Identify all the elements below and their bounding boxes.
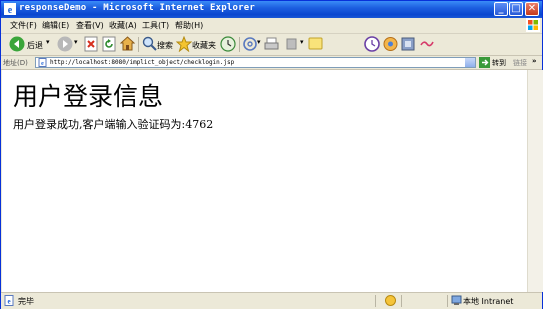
back-dropdown-icon[interactable]: ▾ <box>46 38 50 46</box>
links-chevron-icon[interactable]: » <box>532 57 537 65</box>
mail-dropdown-icon[interactable]: ▾ <box>257 38 261 46</box>
security-lock-icon <box>385 295 396 306</box>
media-icon[interactable] <box>383 36 398 52</box>
links-label[interactable]: 链接 <box>513 58 527 68</box>
menu-bar: 文件(F) 编辑(E) 查看(V) 收藏(A) 工具(T) 帮助(H) <box>1 18 542 34</box>
address-label: 地址(D) <box>3 59 28 67</box>
edit-icon[interactable] <box>285 36 298 52</box>
forward-dropdown-icon[interactable]: ▾ <box>74 38 78 46</box>
status-divider <box>401 295 402 307</box>
page-icon: e <box>38 58 47 67</box>
login-result-message: 用户登录成功,客户端输入验证码为:4762 <box>13 118 214 131</box>
page-heading: 用户登录信息 <box>13 82 164 111</box>
refresh-icon[interactable] <box>102 36 116 52</box>
svg-text:e: e <box>41 61 44 67</box>
address-url[interactable]: http://localhost:8080/implict_object/che… <box>50 59 234 66</box>
go-icon[interactable] <box>479 57 490 68</box>
home-icon[interactable] <box>120 36 135 52</box>
print-icon[interactable] <box>264 36 279 52</box>
back-icon[interactable] <box>9 36 25 52</box>
close-button[interactable]: ✕ <box>525 2 539 16</box>
toolbar-separator <box>138 37 139 52</box>
history-icon[interactable] <box>220 36 236 52</box>
title-bar[interactable]: e responseDemo - Microsoft Internet Expl… <box>1 1 542 18</box>
menu-file[interactable]: 文件(F) <box>10 20 37 31</box>
search-button-label[interactable]: 搜索 <box>157 40 173 51</box>
minimize-button[interactable]: _ <box>494 2 508 16</box>
status-divider <box>447 295 448 307</box>
favorites-star-icon[interactable] <box>176 36 192 52</box>
svg-text:e: e <box>7 298 10 306</box>
ie-logo-icon: e <box>4 3 16 15</box>
maximize-button[interactable]: □ <box>509 2 523 16</box>
search-icon[interactable] <box>142 36 157 52</box>
standard-toolbar: 后退 ▾ ▾ 搜索 收藏夹 ▾ ▾ <box>1 34 542 56</box>
page-status-icon: e <box>4 295 14 306</box>
toolbar-extra-icon[interactable] <box>419 36 435 52</box>
security-zone-text: 本地 Intranet <box>463 297 514 306</box>
menu-view[interactable]: 查看(V) <box>76 20 104 31</box>
menu-edit[interactable]: 编辑(E) <box>42 20 69 31</box>
status-text: 完毕 <box>18 297 34 306</box>
xp-logo-icon <box>526 18 540 32</box>
edit-dropdown-icon[interactable]: ▾ <box>300 38 304 46</box>
zone-icon <box>451 295 462 305</box>
toolbar-separator <box>239 37 240 52</box>
stop-icon[interactable] <box>84 36 98 52</box>
favorites-button-label[interactable]: 收藏夹 <box>192 40 216 51</box>
mail-icon[interactable] <box>243 36 257 52</box>
svg-text:e: e <box>8 5 13 15</box>
research-icon[interactable] <box>401 36 415 52</box>
menu-help[interactable]: 帮助(H) <box>175 20 203 31</box>
page-content: 用户登录信息 用户登录成功,客户端输入验证码为:4762 <box>2 70 527 292</box>
window-title: responseDemo - Microsoft Internet Explor… <box>19 3 255 13</box>
address-input[interactable]: e http://localhost:8080/implict_object/c… <box>35 57 476 68</box>
back-button-label[interactable]: 后退 <box>27 40 43 51</box>
vertical-scrollbar[interactable] <box>527 70 543 292</box>
address-bar: 地址(D) e http://localhost:8080/implict_ob… <box>1 56 542 70</box>
address-dropdown-icon[interactable] <box>465 58 475 67</box>
menu-tools[interactable]: 工具(T) <box>142 20 169 31</box>
go-button-label[interactable]: 转到 <box>492 58 506 68</box>
menu-favorites[interactable]: 收藏(A) <box>109 20 137 31</box>
browser-window: e responseDemo - Microsoft Internet Expl… <box>0 0 543 309</box>
status-bar: e 完毕 本地 Intranet <box>1 292 542 309</box>
messenger-icon[interactable] <box>364 36 380 52</box>
status-divider <box>375 295 376 307</box>
forward-icon[interactable] <box>57 36 73 52</box>
discuss-icon[interactable] <box>308 36 323 52</box>
